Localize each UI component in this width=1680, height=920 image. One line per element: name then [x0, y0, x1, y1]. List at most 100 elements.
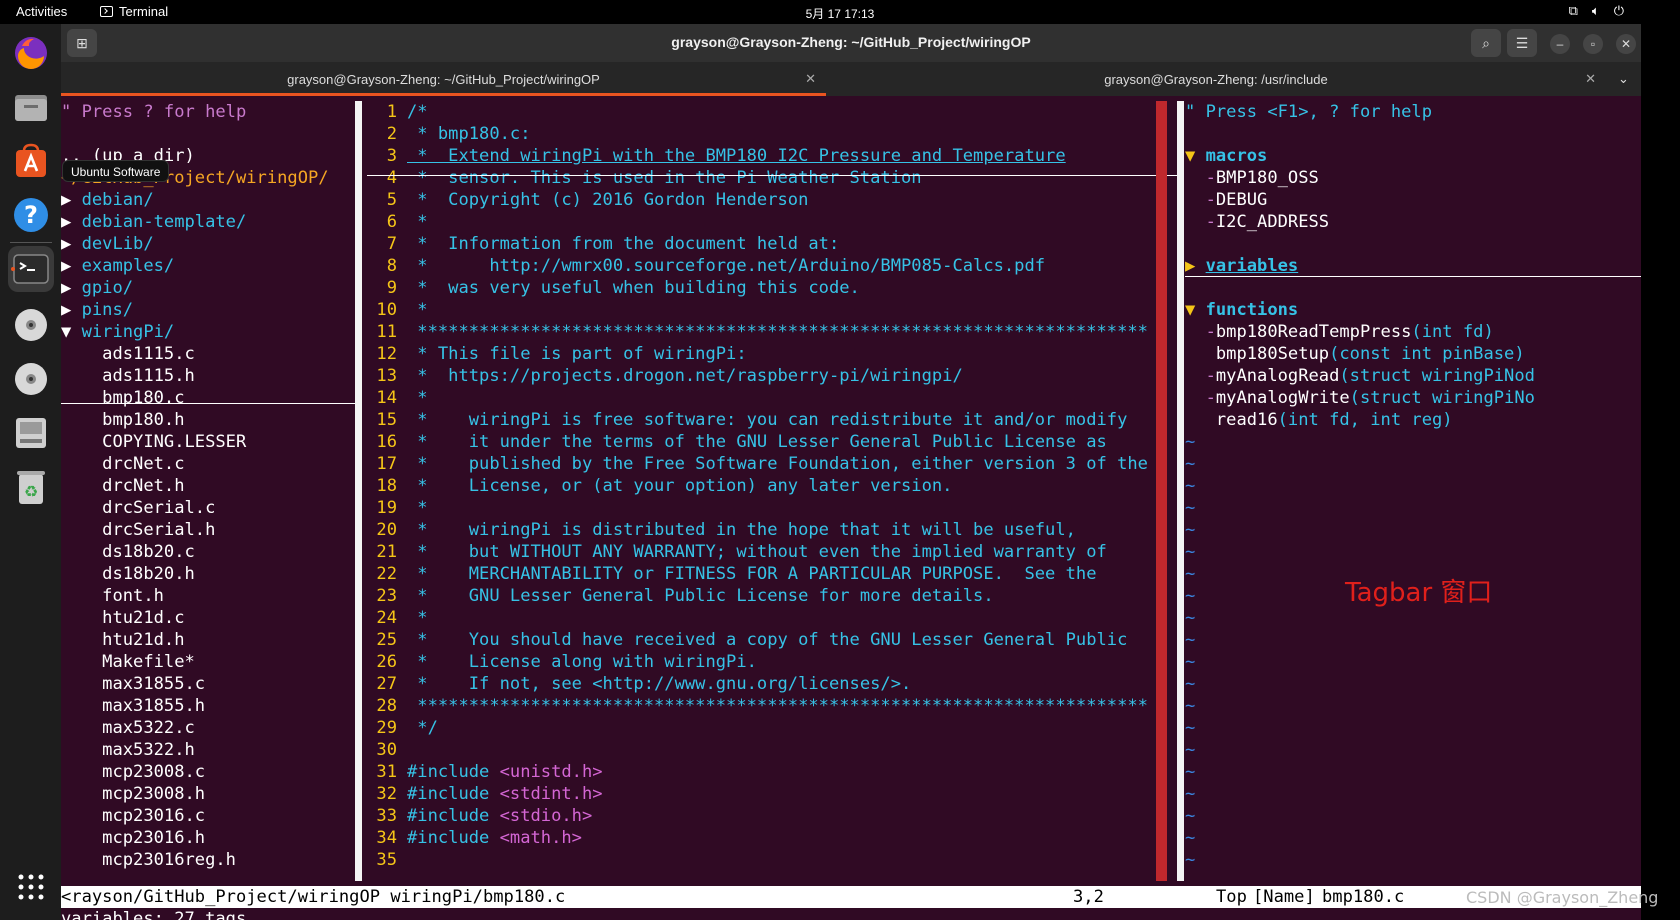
tag-item[interactable]: -bmp180ReadTempPress(int fd)	[1185, 321, 1641, 343]
tagbar-group-variables[interactable]: ▶ variables	[1185, 255, 1641, 277]
code-line[interactable]: 2 * bmp180.c:	[367, 123, 1177, 145]
nerdtree-file[interactable]: font.h	[61, 585, 355, 607]
code-line[interactable]: 12 * This file is part of wiringPi:	[367, 343, 1177, 365]
code-line[interactable]: 29 */	[367, 717, 1177, 739]
nerdtree-file[interactable]: mcp23008.c	[61, 761, 355, 783]
code-line[interactable]: 22 * MERCHANTABILITY or FITNESS FOR A PA…	[367, 563, 1177, 585]
nerdtree-dir[interactable]: ▶ debian-template/	[61, 211, 355, 233]
maximize-button[interactable]: ▫	[1583, 34, 1603, 54]
tagbar-group-macros[interactable]: ▼ macros	[1185, 145, 1641, 167]
code-line[interactable]: 18 * License, or (at your option) any la…	[367, 475, 1177, 497]
nerdtree-dir[interactable]: ▶ gpio/	[61, 277, 355, 299]
nerdtree-file[interactable]: mcp23008.h	[61, 783, 355, 805]
menu-button[interactable]: ☰	[1507, 29, 1537, 57]
files-launcher[interactable]	[8, 84, 54, 130]
code-line[interactable]: 34 #include <math.h>	[367, 827, 1177, 849]
nerdtree-dir[interactable]: ▶ examples/	[61, 255, 355, 277]
tag-item[interactable]: -myAnalogWrite(struct wiringPiNo	[1185, 387, 1641, 409]
code-line[interactable]: 24 *	[367, 607, 1177, 629]
tagbar-pane[interactable]: " Press <F1>, ? for help ▼ macros -BMP180…	[1185, 101, 1641, 883]
nerdtree-file[interactable]: mcp23016.c	[61, 805, 355, 827]
trash-launcher[interactable]: ♻	[8, 464, 54, 510]
disc-launcher-1[interactable]	[8, 302, 54, 348]
close-tab-icon[interactable]: ✕	[1585, 71, 1596, 87]
code-line[interactable]: 6 *	[367, 211, 1177, 233]
network-icon[interactable]: ⧉	[1569, 3, 1578, 19]
code-line[interactable]: 1 /*	[367, 101, 1177, 123]
nerdtree-file[interactable]: max31855.c	[61, 673, 355, 695]
nerdtree-open-dir[interactable]: ▼ wiringPi/	[61, 321, 355, 343]
code-line[interactable]: 19 *	[367, 497, 1177, 519]
nerdtree-file[interactable]: ads1115.c	[61, 343, 355, 365]
nerdtree-file[interactable]: max31855.h	[61, 695, 355, 717]
code-line[interactable]: 16 * it under the terms of the GNU Lesse…	[367, 431, 1177, 453]
code-line[interactable]: 15 * wiringPi is free software: you can …	[367, 409, 1177, 431]
app-menu[interactable]: Terminal	[100, 4, 168, 19]
tab-wiringop[interactable]: grayson@Grayson-Zheng: ~/GitHub_Project/…	[61, 62, 826, 96]
nerdtree-dir[interactable]: ▶ devLib/	[61, 233, 355, 255]
tagbar-group-functions[interactable]: ▼ functions	[1185, 299, 1641, 321]
code-line[interactable]: 13 * https://projects.drogon.net/raspber…	[367, 365, 1177, 387]
editor-pane[interactable]: 1/* 2 * bmp180.c: 3 * Extend wiringPi with…	[367, 101, 1177, 883]
nerdtree-file[interactable]: drcSerial.h	[61, 519, 355, 541]
command-line[interactable]: variables: 27 tags	[61, 908, 1641, 920]
activities-button[interactable]: Activities	[16, 4, 67, 19]
volume-icon[interactable]: 🔈︎	[1592, 3, 1600, 19]
close-button[interactable]: ✕	[1616, 34, 1636, 54]
vertical-split-1[interactable]	[355, 101, 362, 881]
code-line[interactable]: 10 *	[367, 299, 1177, 321]
code-line[interactable]: 14 *	[367, 387, 1177, 409]
tag-item[interactable]: -DEBUG	[1185, 189, 1641, 211]
system-tray[interactable]: ⧉ 🔈︎ ⏻	[1569, 3, 1624, 19]
nerdtree-file[interactable]: mcp23016reg.h	[61, 849, 355, 871]
nerdtree-dir[interactable]: ▶ pins/	[61, 299, 355, 321]
code-line[interactable]: 4 * sensor. This is used in the Pi Weath…	[367, 167, 1177, 189]
terminal-launcher[interactable]	[8, 246, 54, 292]
code-line[interactable]: 27 * If not, see <http://www.gnu.org/lic…	[367, 673, 1177, 695]
nerdtree-file[interactable]: htu21d.c	[61, 607, 355, 629]
nerdtree-file[interactable]: htu21d.h	[61, 629, 355, 651]
help-launcher[interactable]: ?	[8, 192, 54, 238]
disc-launcher-2[interactable]	[8, 356, 54, 402]
nerdtree-file[interactable]: drcNet.h	[61, 475, 355, 497]
tag-item[interactable]: -myAnalogRead(struct wiringPiNod	[1185, 365, 1641, 387]
code-line[interactable]: 11 *************************************…	[367, 321, 1177, 343]
code-line[interactable]: 26 * License along with wiringPi.	[367, 651, 1177, 673]
firefox-launcher[interactable]	[8, 30, 54, 76]
nerdtree-dir[interactable]: ▶ debian/	[61, 189, 355, 211]
nerdtree-file[interactable]: ads1115.h	[61, 365, 355, 387]
nerdtree-file[interactable]: ds18b20.h	[61, 563, 355, 585]
code-line[interactable]: 20 * wiringPi is distributed in the hope…	[367, 519, 1177, 541]
code-line[interactable]: 30	[367, 739, 1177, 761]
nerdtree-file[interactable]: Makefile*	[61, 651, 355, 673]
tag-item[interactable]: -BMP180_OSS	[1185, 167, 1641, 189]
code-line[interactable]: 33 #include <stdio.h>	[367, 805, 1177, 827]
tab-list-button[interactable]: ⌄	[1606, 62, 1641, 96]
code-line[interactable]: 28 *************************************…	[367, 695, 1177, 717]
code-line[interactable]: 23 * GNU Lesser General Public License f…	[367, 585, 1177, 607]
code-line[interactable]: 17 * published by the Free Software Foun…	[367, 453, 1177, 475]
nerdtree-file[interactable]: drcSerial.c	[61, 497, 355, 519]
code-line[interactable]: 32 #include <stdint.h>	[367, 783, 1177, 805]
close-tab-icon[interactable]: ✕	[805, 71, 816, 87]
code-line[interactable]: 5 * Copyright (c) 2016 Gordon Henderson	[367, 189, 1177, 211]
drive-launcher[interactable]	[8, 410, 54, 456]
nerdtree-file[interactable]: bmp180.h	[61, 409, 355, 431]
code-line[interactable]: 9 * was very useful when building this c…	[367, 277, 1177, 299]
search-button[interactable]: ⌕	[1471, 29, 1501, 57]
power-icon[interactable]: ⏻	[1614, 3, 1624, 19]
terminal-content[interactable]: " Press ? for help.. (up a dir) </GitHub_…	[61, 96, 1641, 920]
code-line[interactable]: 35	[367, 849, 1177, 871]
nerdtree-file[interactable]: COPYING.LESSER	[61, 431, 355, 453]
title-bar[interactable]: ⊞ grayson@Grayson-Zheng: ~/GitHub_Projec…	[61, 24, 1641, 62]
vertical-split-2[interactable]	[1177, 101, 1184, 881]
nerdtree-file[interactable]: drcNet.c	[61, 453, 355, 475]
code-line[interactable]: 3 * Extend wiringPi with the BMP180 I2C …	[367, 145, 1177, 167]
code-line[interactable]: 8 * http://wmrx00.sourceforge.net/Arduin…	[367, 255, 1177, 277]
nerdtree-file[interactable]: max5322.h	[61, 739, 355, 761]
code-line[interactable]: 21 * but WITHOUT ANY WARRANTY; without e…	[367, 541, 1177, 563]
nerdtree-file[interactable]: mcp23016.h	[61, 827, 355, 849]
clock[interactable]: 5月 17 17:13	[806, 7, 875, 21]
show-apps-button[interactable]	[8, 864, 54, 910]
code-line[interactable]: 31 #include <unistd.h>	[367, 761, 1177, 783]
